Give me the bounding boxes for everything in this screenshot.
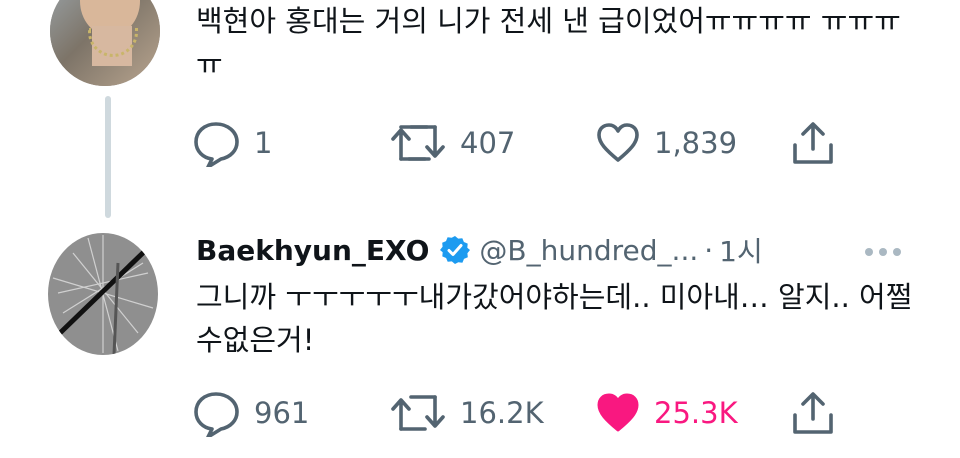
retweet-count: 407 <box>460 126 516 160</box>
reply-button[interactable]: 1 <box>190 118 272 168</box>
reply-button[interactable]: 961 <box>190 388 309 438</box>
tweet-header: Baekhyun_EXO @B_hundred_... · 1시 <box>196 228 916 272</box>
like-button[interactable]: 1,839 <box>594 118 737 168</box>
retweet-button[interactable]: 16.2K <box>388 388 544 438</box>
like-button[interactable]: 25.3K <box>594 388 738 438</box>
retweet-icon <box>391 395 445 431</box>
more-icon <box>865 248 873 256</box>
retweet-icon <box>391 125 445 161</box>
reply-icon <box>194 122 239 167</box>
retweet-button[interactable]: 407 <box>388 118 515 168</box>
user-handle[interactable]: @B_hundred_... <box>479 234 698 267</box>
tweet-text: 백현아 홍대는 거의 니가 전세 낸 급이었어ㅠㅠㅠㅠ ㅠㅠㅠㅠ <box>196 4 901 81</box>
reply-icon <box>194 392 239 437</box>
verified-badge-icon <box>440 236 471 264</box>
share-icon <box>793 122 833 164</box>
share-button[interactable] <box>790 118 836 168</box>
avatar[interactable] <box>50 0 160 86</box>
separator: · <box>704 233 714 267</box>
tweet-text: 그니까 ㅜㅜㅜㅜㅜ내가갔어야하는데.. 미아내… 알지.. 어쩔수없은거! <box>196 280 913 357</box>
avatar-logo <box>52 235 154 355</box>
like-count: 25.3K <box>654 396 738 430</box>
tweet-actions: 961 16.2K 25.3K <box>190 388 890 438</box>
share-icon <box>793 392 833 434</box>
like-icon <box>597 123 639 162</box>
share-button[interactable] <box>790 388 836 438</box>
avatar[interactable] <box>48 233 158 355</box>
reply-count: 961 <box>254 396 310 430</box>
display-name[interactable]: Baekhyun_EXO <box>196 234 429 267</box>
tweet-actions: 1 407 1,839 <box>190 118 890 168</box>
reply-count: 1 <box>254 126 273 160</box>
like-icon <box>597 393 639 432</box>
more-button[interactable] <box>862 234 904 270</box>
retweet-count: 16.2K <box>460 396 544 430</box>
thread-line <box>105 96 111 218</box>
like-count: 1,839 <box>654 126 738 160</box>
timestamp[interactable]: 1시 <box>719 230 763 270</box>
